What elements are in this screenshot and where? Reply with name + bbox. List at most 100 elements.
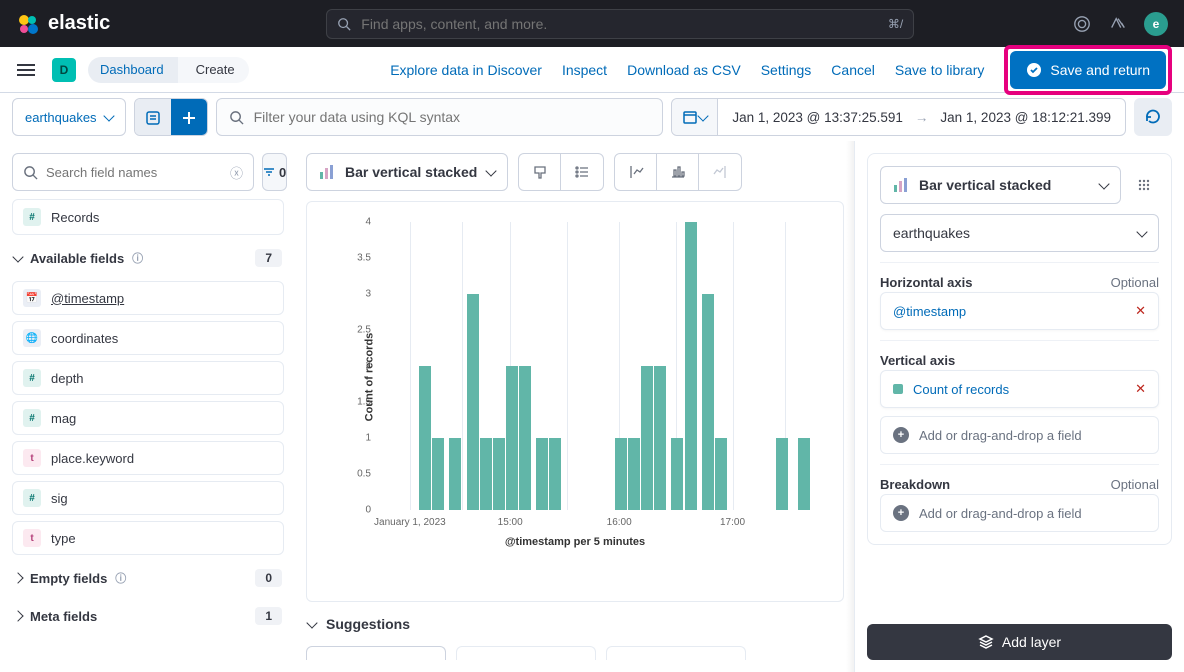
suggestions-header[interactable]: Suggestions: [306, 612, 844, 636]
download-csv-link[interactable]: Download as CSV: [627, 62, 741, 78]
remove-icon[interactable]: ✕: [1135, 303, 1146, 319]
bar[interactable]: [419, 366, 431, 510]
field-item[interactable]: ttype: [12, 521, 284, 555]
logo[interactable]: elastic: [16, 12, 110, 36]
data-view-selector[interactable]: earthquakes: [12, 98, 126, 136]
highlight-annotation: Save and return: [1004, 45, 1172, 95]
app-badge: D: [52, 58, 76, 82]
chevron-right-icon: [12, 572, 23, 583]
remove-icon[interactable]: ✕: [1135, 381, 1146, 397]
newsfeed-icon[interactable]: [1108, 14, 1128, 34]
layer-data-source[interactable]: earthquakes: [880, 214, 1159, 252]
elastic-logo-icon: [16, 12, 40, 36]
date-picker[interactable]: Jan 1, 2023 @ 13:37:25.591 → Jan 1, 2023…: [671, 98, 1126, 136]
viz-type-selector[interactable]: Bar vertical stacked: [306, 153, 508, 191]
layer-menu-icon[interactable]: [1129, 166, 1159, 204]
explore-link[interactable]: Explore data in Discover: [390, 62, 542, 78]
h-axis-chip[interactable]: @timestamp ✕: [880, 292, 1159, 330]
h-axis-header: Horizontal axis Optional: [880, 273, 1159, 292]
bar[interactable]: [549, 438, 561, 510]
bar[interactable]: [715, 438, 727, 510]
kql-field[interactable]: [254, 109, 651, 125]
brand-text: elastic: [48, 12, 110, 35]
bar[interactable]: [628, 438, 640, 510]
available-fields-header[interactable]: Available fields ⓘ 7: [12, 243, 284, 273]
nav-toggle-icon[interactable]: [12, 56, 40, 84]
global-search-input[interactable]: [361, 16, 878, 32]
bar[interactable]: [480, 438, 492, 510]
bar[interactable]: [776, 438, 788, 510]
info-icon[interactable]: ⓘ: [115, 570, 126, 586]
filter-count-chip[interactable]: 0: [262, 153, 287, 191]
left-axis-icon[interactable]: [615, 154, 657, 190]
breakdown-dropzone[interactable]: + Add or drag-and-drop a field: [880, 494, 1159, 532]
date-range[interactable]: Jan 1, 2023 @ 13:37:25.591 → Jan 1, 2023…: [718, 110, 1125, 125]
arrow-right-icon: →: [915, 110, 929, 125]
clear-icon[interactable]: ⓧ: [230, 163, 243, 182]
v-axis-dropzone[interactable]: + Add or drag-and-drop a field: [880, 416, 1159, 454]
field-search-input[interactable]: [46, 165, 222, 180]
v-axis-chip[interactable]: Count of records ✕: [880, 370, 1159, 408]
bar[interactable]: [798, 438, 810, 510]
global-search[interactable]: ⌘/: [326, 9, 914, 39]
bar[interactable]: [449, 438, 461, 510]
suggestion-card[interactable]: [306, 646, 446, 660]
meta-fields-header[interactable]: Meta fields 1: [12, 601, 284, 631]
main-area: ⓧ 0 # Records Available fields ⓘ 7 📅@tim…: [0, 141, 1184, 672]
add-layer-button[interactable]: Add layer: [867, 624, 1172, 660]
bar[interactable]: [467, 294, 479, 510]
field-search[interactable]: ⓧ: [12, 153, 254, 191]
bottom-axis-icon[interactable]: [657, 154, 699, 190]
t-type-icon: t: [23, 449, 41, 467]
top-header: elastic ⌘/ e: [0, 0, 1184, 47]
help-icon[interactable]: [1072, 14, 1092, 34]
paint-icon[interactable]: [519, 154, 561, 190]
field-item[interactable]: #sig: [12, 481, 284, 515]
info-icon[interactable]: ⓘ: [132, 250, 143, 266]
app-actions: Explore data in Discover Inspect Downloa…: [390, 45, 1172, 95]
shortcut-hint: ⌘/: [888, 17, 903, 31]
bar[interactable]: [493, 438, 505, 510]
scrollbar[interactable]: [846, 141, 854, 672]
field-item[interactable]: 🌐coordinates: [12, 321, 284, 355]
inspect-link[interactable]: Inspect: [562, 62, 607, 78]
field-item[interactable]: #mag: [12, 401, 284, 435]
empty-fields-header[interactable]: Empty fields ⓘ 0: [12, 563, 284, 593]
save-library-link[interactable]: Save to library: [895, 62, 984, 78]
save-and-return-button[interactable]: Save and return: [1010, 51, 1166, 89]
header-right: e: [1072, 12, 1168, 36]
list-icon[interactable]: [561, 154, 603, 190]
right-axis-icon: [699, 154, 741, 190]
cancel-link[interactable]: Cancel: [831, 62, 875, 78]
suggestion-card[interactable]: [606, 646, 746, 660]
bar[interactable]: [536, 438, 548, 510]
layers-icon: [978, 634, 994, 650]
filter-saved-icon[interactable]: [135, 99, 171, 136]
viz-subtype-selector[interactable]: Bar vertical stacked: [880, 166, 1121, 204]
kql-input[interactable]: [216, 98, 664, 136]
app-bar: D Dashboard Create Explore data in Disco…: [0, 47, 1184, 93]
chart-area[interactable]: Count of records 00.511.522.533.54 Janua…: [331, 222, 819, 532]
bar[interactable]: [685, 222, 697, 510]
user-avatar[interactable]: e: [1144, 12, 1168, 36]
suggestion-card[interactable]: [456, 646, 596, 660]
add-filter-button[interactable]: [171, 99, 207, 136]
bar[interactable]: [506, 366, 518, 510]
field-item[interactable]: tplace.keyword: [12, 441, 284, 475]
config-panel: Bar vertical stacked earthquakes Horizon…: [854, 141, 1184, 672]
calendar-icon[interactable]: [672, 99, 718, 135]
field-item[interactable]: 📅@timestamp: [12, 281, 284, 315]
bar[interactable]: [671, 438, 683, 510]
bar[interactable]: [615, 438, 627, 510]
bar[interactable]: [654, 366, 666, 510]
field-item[interactable]: #depth: [12, 361, 284, 395]
crumb-dashboard[interactable]: Dashboard: [88, 57, 178, 83]
bar[interactable]: [641, 366, 653, 510]
bar[interactable]: [702, 294, 714, 510]
refresh-button[interactable]: [1134, 98, 1172, 136]
bar[interactable]: [519, 366, 531, 510]
bar[interactable]: [432, 438, 444, 510]
settings-link[interactable]: Settings: [761, 62, 812, 78]
records-item[interactable]: # Records: [12, 199, 284, 235]
bar-chart-icon: [893, 177, 909, 193]
